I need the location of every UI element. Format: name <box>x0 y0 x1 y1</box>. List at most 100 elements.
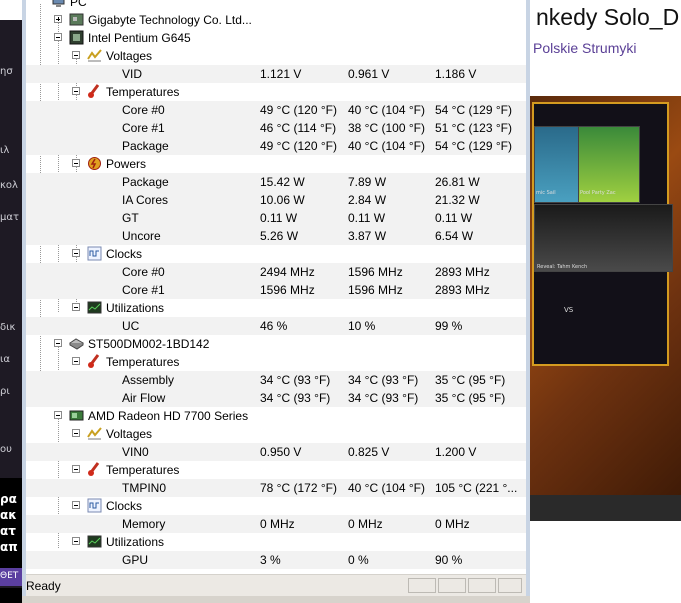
collapse-toggle[interactable] <box>72 429 80 437</box>
tree-node[interactable]: Utilizations <box>26 533 526 551</box>
collapse-toggle[interactable] <box>72 357 80 365</box>
sensor-row[interactable]: VID 1.121 V 0.961 V 1.186 V <box>26 65 526 83</box>
thermometer-icon <box>87 84 102 99</box>
clock-wave-icon <box>87 246 102 261</box>
utilization-icon <box>87 534 102 549</box>
sensor-row[interactable]: GT 0.11 W 0.11 W 0.11 W <box>26 209 526 227</box>
max-cell: 2893 MHz <box>435 283 490 297</box>
sensor-row[interactable]: Uncore 5.26 W 3.87 W 6.54 W <box>26 227 526 245</box>
tree-node[interactable]: Clocks <box>26 497 526 515</box>
collapse-toggle[interactable] <box>72 537 80 545</box>
tree-node[interactable]: Gigabyte Technology Co. Ltd... <box>26 11 526 29</box>
tree-node[interactable]: Powers <box>26 155 526 173</box>
sensor-row[interactable]: Air Flow 34 °C (93 °F) 34 °C (93 °F) 35 °C … <box>26 389 526 407</box>
sensor-tree[interactable]: PC Gigabyte Technology Co. Ltd... Intel Pe… <box>26 0 526 574</box>
collapse-toggle[interactable] <box>72 51 80 59</box>
min-cell: 1596 MHz <box>348 283 403 297</box>
min-cell: 40 °C (104 °F) <box>348 481 425 495</box>
champion-splash <box>534 204 673 272</box>
collapse-toggle[interactable] <box>72 501 80 509</box>
tree-label: Core #1 <box>122 283 165 297</box>
min-cell: 40 °C (104 °F) <box>348 139 425 153</box>
motherboard-icon <box>69 12 84 27</box>
value-cell: 34 °C (93 °F) <box>260 391 331 405</box>
tree-node[interactable]: Clocks <box>26 245 526 263</box>
tree-node[interactable]: Temperatures <box>26 83 526 101</box>
tree-label: Gigabyte Technology Co. Ltd... <box>88 13 252 27</box>
utilization-icon <box>87 300 102 315</box>
sensor-row[interactable]: IA Cores 10.06 W 2.84 W 21.32 W <box>26 191 526 209</box>
tree-label: Temperatures <box>106 355 180 369</box>
tree-node[interactable]: ST500DM002-1BD142 <box>26 335 526 353</box>
tree-label: GT <box>122 211 139 225</box>
tree-label: VID <box>122 67 143 81</box>
tree-node[interactable]: Voltages <box>26 47 526 65</box>
sensor-row[interactable]: GPU 3 % 0 % 90 % <box>26 551 526 569</box>
expand-toggle[interactable] <box>54 15 62 23</box>
min-cell: 2.84 W <box>348 193 387 207</box>
status-text: Ready <box>26 579 61 593</box>
value-cell: 2494 MHz <box>260 265 315 279</box>
value-cell: 0.950 V <box>260 445 302 459</box>
value-cell: 15.42 W <box>260 175 305 189</box>
min-cell: 1596 MHz <box>348 265 403 279</box>
thermometer-icon <box>87 354 102 369</box>
tree-label: VIN0 <box>122 445 149 459</box>
min-cell: 0 % <box>348 553 369 567</box>
window-border-right <box>526 0 530 603</box>
tree-label: Voltages <box>106 427 153 441</box>
tree-label: Utilizations <box>106 535 165 549</box>
game-screenshot: mic Sail Pool Party Zac Reveal: Tahm Ken… <box>532 102 673 366</box>
tree-node[interactable]: Intel Pentium G645 <box>26 29 526 47</box>
max-cell: 0.11 W <box>435 211 473 225</box>
collapse-toggle[interactable] <box>54 33 62 41</box>
background-text: ια <box>0 354 10 365</box>
max-cell: 26.81 W <box>435 175 480 189</box>
collapse-toggle[interactable] <box>72 159 80 167</box>
collapse-toggle[interactable] <box>72 303 80 311</box>
min-cell: 3.87 W <box>348 229 387 243</box>
tree-node[interactable]: PC <box>26 0 526 11</box>
tree-node[interactable]: AMD Radeon HD 7700 Series <box>26 407 526 425</box>
video-player[interactable]: mic Sail Pool Party Zac Reveal: Tahm Ken… <box>530 96 681 521</box>
sensor-row[interactable]: VIN0 0.950 V 0.825 V 1.200 V <box>26 443 526 461</box>
min-cell: 34 °C (93 °F) <box>348 391 419 405</box>
sensor-row[interactable]: Core #1 46 °C (114 °F) 38 °C (100 °F) 51 °C… <box>26 119 526 137</box>
tree-node[interactable]: Voltages <box>26 425 526 443</box>
min-cell: 7.89 W <box>348 175 387 189</box>
thermometer-icon <box>87 462 102 477</box>
tree-node[interactable]: Utilizations <box>26 299 526 317</box>
status-pane <box>408 578 436 593</box>
sensor-row[interactable]: Core #1 1596 MHz 1596 MHz 2893 MHz <box>26 281 526 299</box>
min-cell: 34 °C (93 °F) <box>348 373 419 387</box>
background-bold-text: ατ <box>0 524 16 538</box>
tree-node[interactable]: Temperatures <box>26 353 526 371</box>
max-cell: 35 °C (95 °F) <box>435 373 506 387</box>
max-cell: 1.186 V <box>435 67 477 81</box>
sensor-row[interactable]: TMPIN0 78 °C (172 °F) 40 °C (104 °F) 105 °C… <box>26 479 526 497</box>
sensor-row[interactable]: Package 49 °C (120 °F) 40 °C (104 °F) 54 °C… <box>26 137 526 155</box>
collapse-toggle[interactable] <box>72 249 80 257</box>
channel-name[interactable]: Polskie Strumyki <box>533 40 636 56</box>
tree-node[interactable]: Temperatures <box>26 461 526 479</box>
collapse-toggle[interactable] <box>72 87 80 95</box>
status-bar: Ready <box>26 574 526 597</box>
video-controls[interactable] <box>530 495 681 521</box>
tree-label: UC <box>122 319 140 333</box>
hardware-monitor-window[interactable]: PC Gigabyte Technology Co. Ltd... Intel Pe… <box>22 0 530 603</box>
tree-label: ST500DM002-1BD142 <box>88 337 210 351</box>
max-cell: 21.32 W <box>435 193 480 207</box>
sensor-row[interactable]: Package 15.42 W 7.89 W 26.81 W <box>26 173 526 191</box>
hard-drive-icon <box>69 336 84 351</box>
voltage-icon <box>87 48 102 63</box>
voltage-icon <box>87 426 102 441</box>
collapse-toggle[interactable] <box>54 339 62 347</box>
sensor-row[interactable]: Core #0 49 °C (120 °F) 40 °C (104 °F) 54 °C… <box>26 101 526 119</box>
collapse-toggle[interactable] <box>72 465 80 473</box>
status-resize-grip[interactable] <box>498 578 522 593</box>
sensor-row[interactable]: UC 46 % 10 % 99 % <box>26 317 526 335</box>
sensor-row[interactable]: Core #0 2494 MHz 1596 MHz 2893 MHz <box>26 263 526 281</box>
sensor-row[interactable]: Memory 0 MHz 0 MHz 0 MHz <box>26 515 526 533</box>
collapse-toggle[interactable] <box>54 411 62 419</box>
sensor-row[interactable]: Assembly 34 °C (93 °F) 34 °C (93 °F) 35 °C … <box>26 371 526 389</box>
